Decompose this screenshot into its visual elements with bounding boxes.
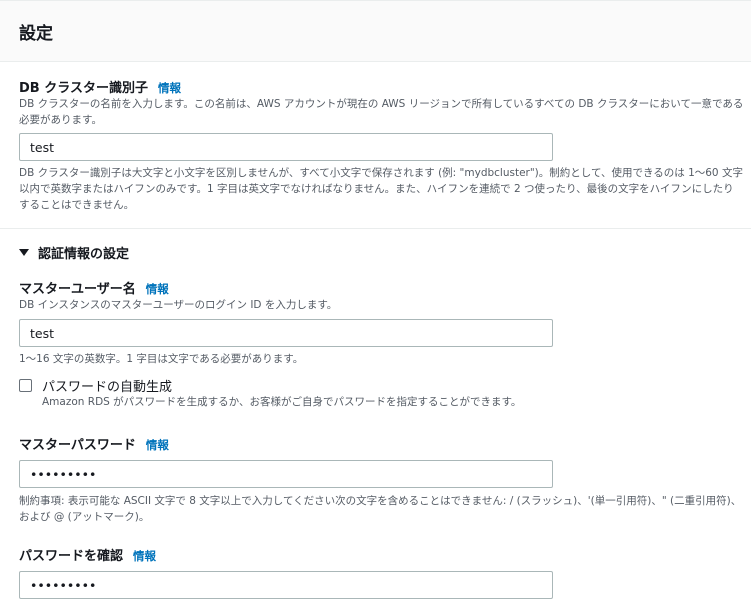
auto-generate-checkbox[interactable] [19, 379, 32, 392]
credentials-section-title: 認証情報の設定 [38, 247, 130, 262]
master-username-constraint: 1〜16 文字の英数字。1 字目は文字である必要があります。 [19, 353, 304, 365]
cluster-identifier-description: DB クラスターの名前を入力します。この名前は、AWS アカウントが現在の AW… [19, 98, 744, 126]
master-username-input[interactable]: test [19, 319, 553, 347]
auto-generate-label[interactable]: パスワードの自動生成 [42, 376, 172, 395]
settings-panel: 設定 DB クラスター識別子 情報 DB クラスターの名前を入力します。この名前は… [0, 0, 751, 614]
confirm-password-input[interactable]: ••••••••• [19, 571, 553, 599]
master-password-label: マスターパスワード [19, 438, 136, 453]
confirm-password-label-row: パスワードを確認 情報 [19, 545, 156, 564]
master-username-description: DB インスタンスのマスターユーザーのログイン ID を入力します。 [19, 299, 338, 311]
master-password-input[interactable]: ••••••••• [19, 460, 553, 488]
master-username-label: マスターユーザー名 [19, 282, 136, 297]
master-password-label-row: マスターパスワード 情報 [19, 434, 169, 453]
cluster-identifier-info-link[interactable]: 情報 [158, 81, 181, 95]
caret-down-icon [19, 249, 29, 256]
auto-generate-row: パスワードの自動生成 [19, 376, 172, 395]
credentials-section-toggle[interactable]: 認証情報の設定 [19, 243, 129, 262]
section-divider [0, 228, 751, 229]
cluster-identifier-label: DB クラスター識別子 [19, 81, 148, 96]
panel-title: 設定 [19, 23, 53, 44]
cluster-identifier-input[interactable]: test [19, 133, 553, 161]
master-username-label-row: マスターユーザー名 情報 [19, 278, 169, 297]
panel-header: 設定 [0, 1, 751, 62]
cluster-identifier-label-row: DB クラスター識別子 情報 [19, 77, 181, 96]
master-username-info-link[interactable]: 情報 [146, 282, 169, 296]
master-password-constraint: 制約事項: 表示可能な ASCII 文字で 8 文字以上で入力してください次の文… [19, 495, 742, 523]
auto-generate-description: Amazon RDS がパスワードを生成するか、お客様がご自身でパスワードを指定… [42, 396, 522, 408]
cluster-identifier-constraint: DB クラスター識別子は大文字と小文字を区別しませんが、すべて小文字で保存されま… [19, 167, 743, 211]
confirm-password-info-link[interactable]: 情報 [133, 549, 156, 563]
master-password-info-link[interactable]: 情報 [146, 438, 169, 452]
confirm-password-label: パスワードを確認 [19, 549, 124, 564]
